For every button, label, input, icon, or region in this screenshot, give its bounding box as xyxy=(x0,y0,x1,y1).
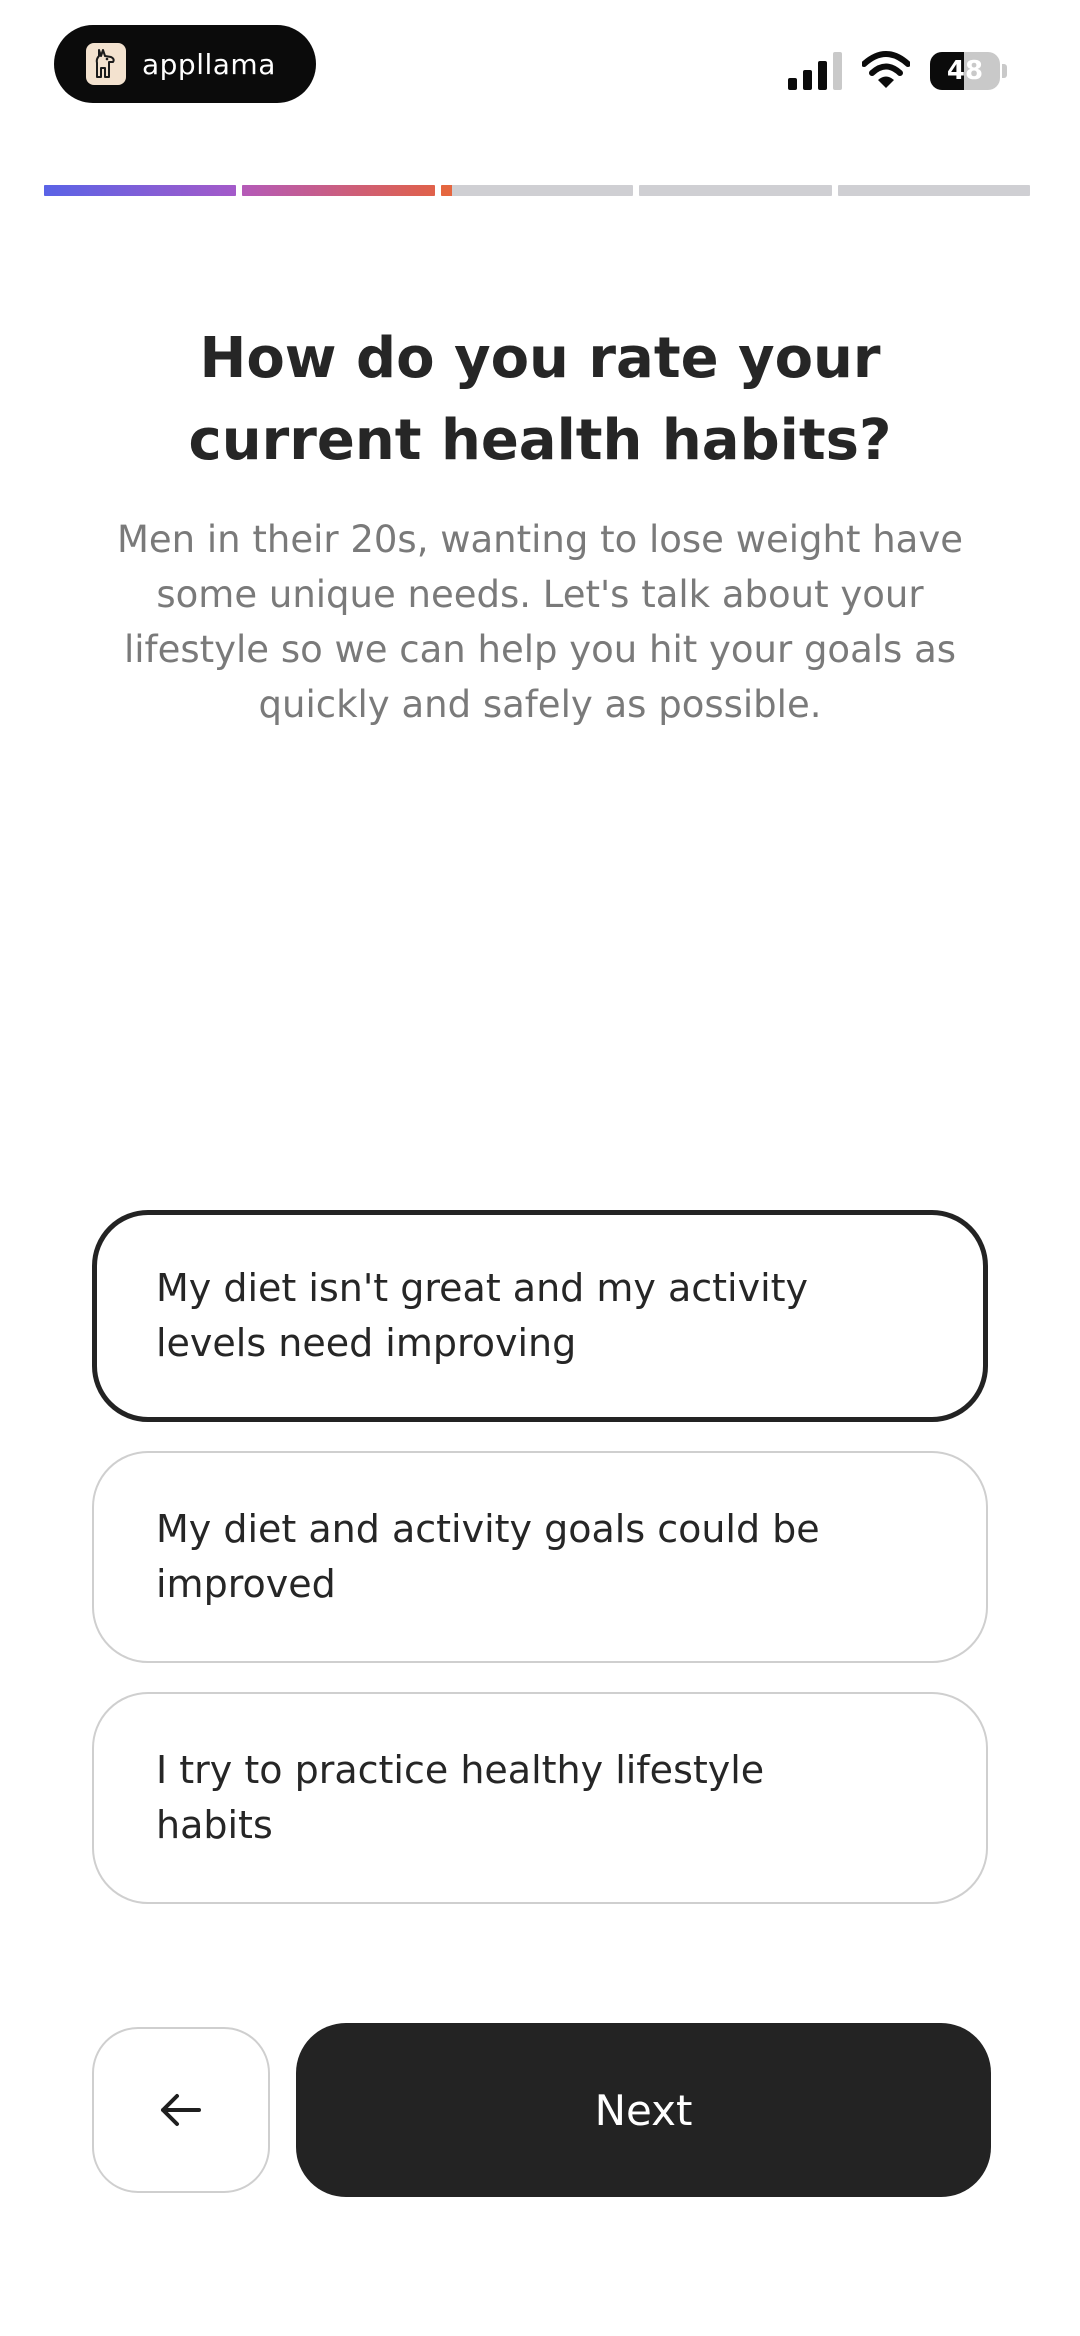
option-card-3[interactable]: I try to practice healthy lifestyle habi… xyxy=(92,1692,988,1904)
wifi-icon xyxy=(862,51,910,88)
progress-segment-2 xyxy=(242,185,435,196)
progress-segment-5 xyxy=(837,185,1031,196)
page-subtitle: Men in their 20s, wanting to lose weight… xyxy=(116,518,964,726)
battery-level: 48 xyxy=(946,56,984,86)
progress-segment-4 xyxy=(639,185,832,196)
option-label: My diet isn't great and my activity leve… xyxy=(156,1266,809,1365)
battery-indicator: 48 xyxy=(930,52,1008,90)
app-switch-pill[interactable]: appllama xyxy=(54,25,316,103)
progress-segment-1 xyxy=(44,185,237,196)
progress-segment-3 xyxy=(440,185,634,196)
back-button[interactable] xyxy=(92,2027,270,2193)
battery-tip xyxy=(1002,64,1007,78)
step-progress-bar xyxy=(44,185,1031,196)
battery-body: 48 xyxy=(930,52,1000,90)
status-bar: appllama 48 xyxy=(0,0,1080,130)
option-card-2[interactable]: My diet and activity goals could be impr… xyxy=(92,1451,988,1663)
progress-segment-fill xyxy=(44,185,237,196)
next-button[interactable]: Next xyxy=(296,2023,991,2197)
app-name: appllama xyxy=(142,47,276,81)
option-card-1[interactable]: My diet isn't great and my activity leve… xyxy=(92,1210,988,1422)
cellular-signal-icon xyxy=(788,52,842,90)
progress-segment-fill xyxy=(440,185,453,196)
progress-segment-fill xyxy=(242,185,435,196)
llama-icon xyxy=(86,43,126,85)
page-title: How do you rate your current health habi… xyxy=(188,326,892,473)
option-label: I try to practice healthy lifestyle habi… xyxy=(156,1748,765,1847)
arrow-left-icon xyxy=(161,2094,201,2126)
option-label: My diet and activity goals could be impr… xyxy=(156,1507,820,1606)
